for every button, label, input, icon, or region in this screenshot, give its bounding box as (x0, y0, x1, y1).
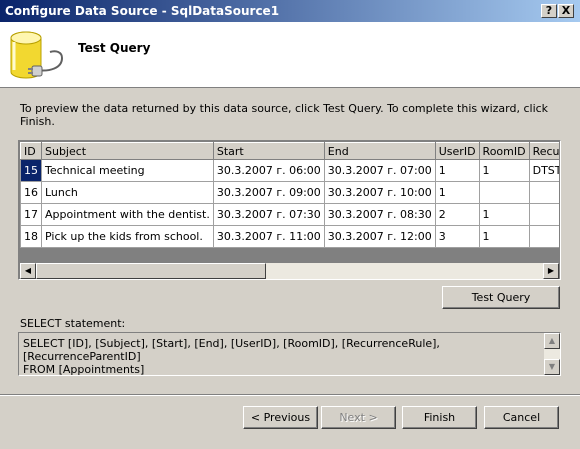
vertical-scrollbar[interactable]: ▲ ▼ (544, 333, 560, 375)
scroll-right-icon[interactable]: ▶ (543, 263, 559, 279)
table-cell[interactable] (478, 181, 530, 204)
test-query-button[interactable]: Test Query (442, 286, 560, 309)
column-header[interactable]: RecurrenceR (528, 142, 559, 160)
column-header[interactable]: RoomID (478, 142, 530, 160)
next-button[interactable]: Next > (321, 406, 396, 429)
instructions-text: To preview the data returned by this dat… (20, 102, 549, 128)
table-cell[interactable]: 17 (20, 203, 42, 226)
sql-statement-box[interactable]: SELECT [ID], [Subject], [Start], [End], … (18, 332, 561, 376)
title-bar: Configure Data Source - SqlDataSource1 ?… (0, 0, 580, 22)
table-cell[interactable]: 1 (478, 203, 530, 226)
table-cell[interactable]: 30.3.2007 г. 08:30 (323, 203, 436, 226)
previous-button[interactable]: < Previous (243, 406, 318, 429)
column-header[interactable]: ID (20, 142, 42, 160)
table-cell[interactable]: 15 (20, 159, 42, 182)
table-cell[interactable]: 16 (20, 181, 42, 204)
scroll-down-icon[interactable]: ▼ (544, 359, 560, 375)
table-cell[interactable]: Pick up the kids from school. (41, 225, 214, 248)
wizard-header: Test Query (0, 22, 580, 88)
table-cell[interactable]: 1 (478, 225, 530, 248)
help-button[interactable]: ? (541, 4, 557, 18)
database-connect-icon (10, 31, 64, 79)
table-cell[interactable] (528, 181, 559, 204)
table-cell[interactable]: 30.3.2007 г. 10:00 (323, 181, 436, 204)
table-row[interactable]: 18 Pick up the kids from school. 30.3.20… (20, 225, 559, 248)
table-cell[interactable]: 2 (434, 203, 480, 226)
table-cell[interactable]: 3 (434, 225, 480, 248)
table-cell[interactable]: 30.3.2007 г. 07:30 (212, 203, 325, 226)
divider (0, 394, 580, 396)
column-header[interactable]: UserID (434, 142, 480, 160)
table-cell[interactable]: 18 (20, 225, 42, 248)
select-statement-label: SELECT statement: (20, 317, 126, 330)
cancel-button[interactable]: Cancel (484, 406, 559, 429)
table-cell[interactable]: 1 (434, 159, 480, 182)
table-row[interactable]: 17 Appointment with the dentist. 30.3.20… (20, 203, 559, 226)
results-grid[interactable]: ID Subject Start End UserID RoomID Recur… (18, 140, 561, 280)
table-row[interactable]: 15 Technical meeting 30.3.2007 г. 06:00 … (20, 159, 559, 182)
table-cell[interactable]: Appointment with the dentist. (41, 203, 214, 226)
table-cell[interactable]: DTSTART:200 (528, 159, 559, 182)
finish-button[interactable]: Finish (402, 406, 477, 429)
table-cell[interactable]: 30.3.2007 г. 06:00 (212, 159, 325, 182)
table-cell[interactable]: 30.3.2007 г. 11:00 (212, 225, 325, 248)
window-title: Configure Data Source - SqlDataSource1 (5, 4, 280, 18)
table-cell[interactable]: 1 (434, 181, 480, 204)
scrollbar-thumb[interactable] (36, 263, 266, 279)
table-row[interactable]: 16 Lunch 30.3.2007 г. 09:00 30.3.2007 г.… (20, 181, 559, 204)
table-cell[interactable]: 1 (478, 159, 530, 182)
table-cell[interactable]: 30.3.2007 г. 12:00 (323, 225, 436, 248)
table-cell[interactable] (528, 225, 559, 248)
column-header[interactable]: Start (212, 142, 325, 160)
table-cell[interactable]: Lunch (41, 181, 214, 204)
scroll-up-icon[interactable]: ▲ (544, 333, 560, 349)
sql-statement-text: SELECT [ID], [Subject], [Start], [End], … (23, 337, 440, 376)
column-header[interactable]: End (323, 142, 436, 160)
table-header-row: ID Subject Start End UserID RoomID Recur… (20, 142, 559, 160)
column-header[interactable]: Subject (41, 142, 214, 160)
scroll-left-icon[interactable]: ◀ (20, 263, 36, 279)
results-table: ID Subject Start End UserID RoomID Recur… (20, 142, 559, 248)
close-button[interactable]: X (558, 4, 574, 18)
table-cell[interactable]: 30.3.2007 г. 09:00 (212, 181, 325, 204)
table-cell[interactable]: 30.3.2007 г. 07:00 (323, 159, 436, 182)
horizontal-scrollbar[interactable]: ◀ ▶ (20, 263, 559, 279)
page-title: Test Query (78, 41, 151, 55)
table-cell[interactable]: Technical meeting (41, 159, 214, 182)
table-cell[interactable] (528, 203, 559, 226)
